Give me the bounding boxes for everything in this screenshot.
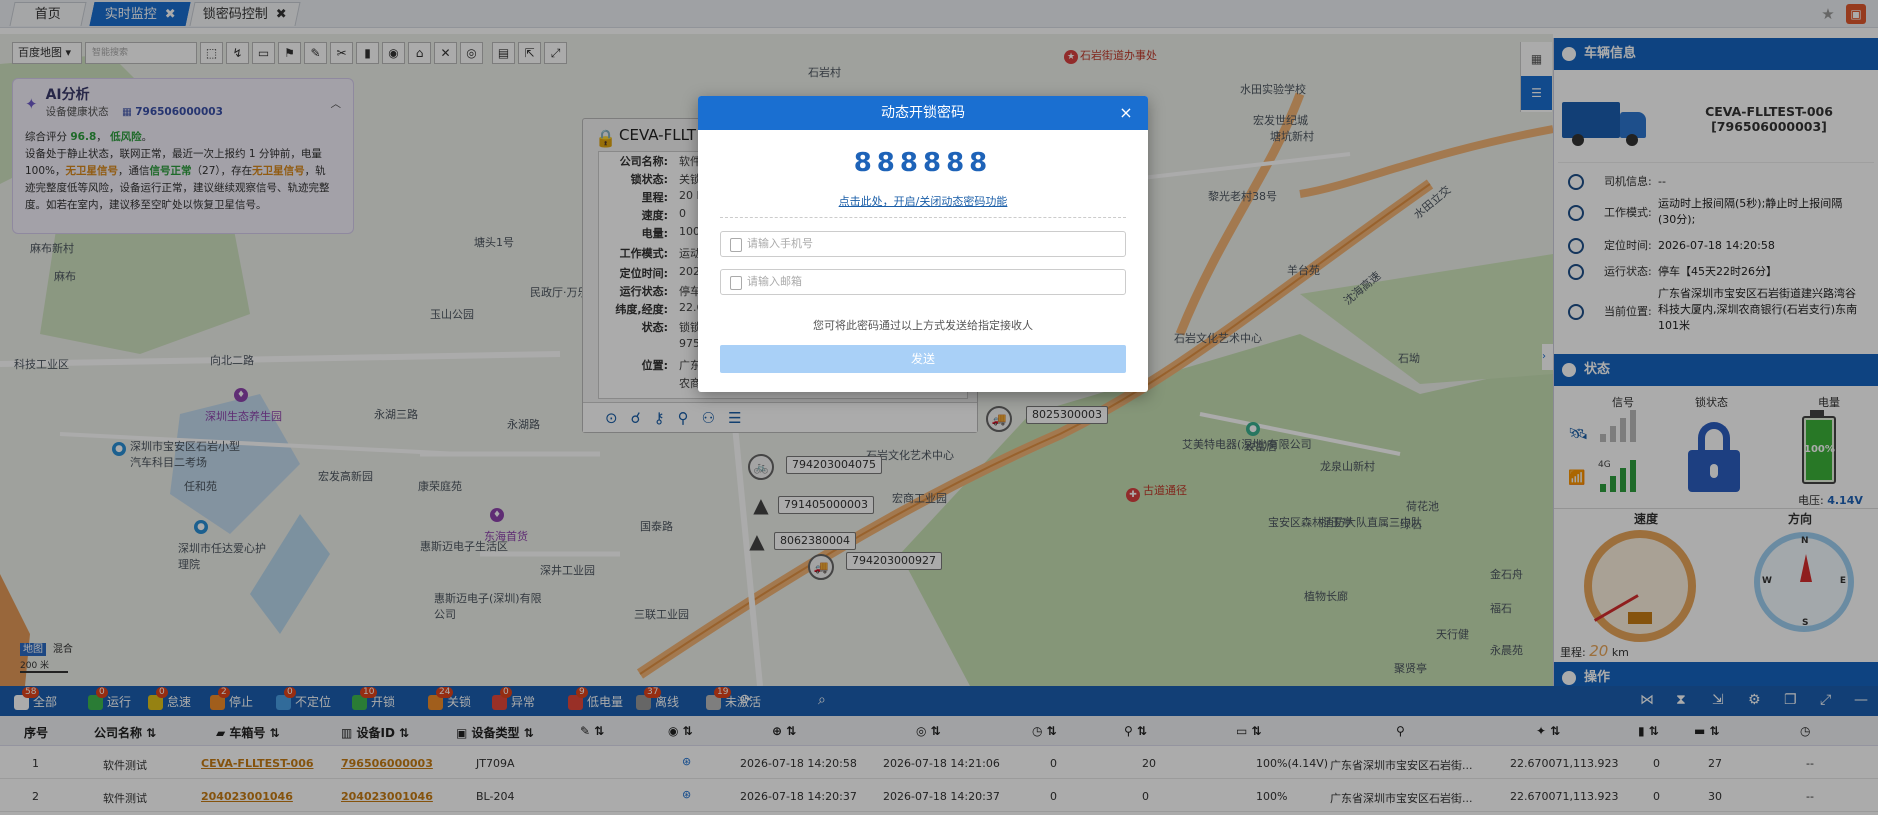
dynamic-unlock-password-dialog: 动态开锁密码 × 888888 点击此处，开启/关闭动态密码功能 请输入手机号 … [698, 96, 1148, 392]
dialog-title: 动态开锁密码 [881, 105, 965, 121]
app-root: 首页 实时监控 ✖ 锁密码控制 ✖ ★ ▣ 石岩村 石岩街道办事处 水田实验学校… [0, 0, 1878, 815]
divider [720, 217, 1126, 218]
dialog-note: 您可将此密码通过以上方式发送给指定接收人 [813, 319, 1033, 332]
email-input[interactable]: 请输入邮箱 [720, 269, 1126, 295]
close-icon[interactable]: × [1116, 96, 1136, 130]
phone-input[interactable]: 请输入手机号 [720, 231, 1126, 257]
dialog-header: 动态开锁密码 × [698, 96, 1148, 130]
toggle-dynamic-password-link[interactable]: 点击此处，开启/关闭动态密码功能 [698, 193, 1148, 209]
send-button[interactable]: 发送 [720, 345, 1126, 373]
password-code: 888888 [853, 148, 993, 178]
